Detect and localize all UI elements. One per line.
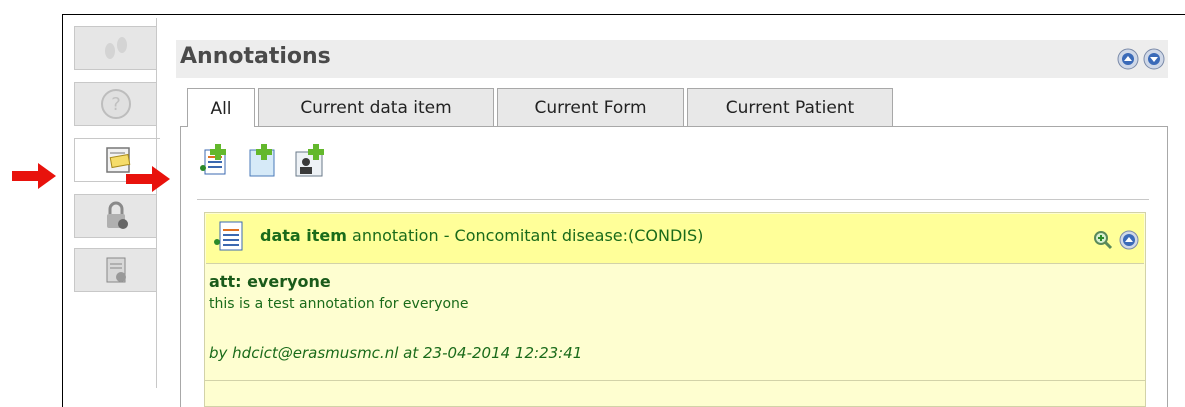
- expand-all-icon[interactable]: [1143, 48, 1165, 70]
- annotation-body: this is a test annotation for everyone: [209, 296, 469, 312]
- add-patient-annotation-icon[interactable]: [294, 144, 326, 178]
- red-arrow-icon: [126, 166, 170, 192]
- tab-all[interactable]: All: [187, 88, 255, 128]
- annotation-audience: att: everyone: [209, 272, 331, 291]
- frame-left-border: [62, 14, 63, 407]
- frame-top-border: [62, 14, 1185, 15]
- toolbar-divider: [197, 199, 1149, 200]
- panel-title: Annotations: [180, 44, 331, 69]
- annotation-type: data item: [260, 226, 347, 245]
- red-arrow-icon: [12, 163, 56, 189]
- active-tab-gap: [188, 125, 254, 128]
- report-icon: [106, 257, 126, 283]
- collapse-all-icon[interactable]: [1117, 48, 1139, 70]
- sidebar-divider: [156, 18, 157, 388]
- tab-current-patient[interactable]: Current Patient: [687, 88, 893, 126]
- tab-current-data-item[interactable]: Current data item: [258, 88, 494, 126]
- annotation-subject: annotation - Concomitant disease:(CONDIS…: [346, 226, 704, 245]
- help-icon: ?: [100, 89, 131, 119]
- sidebar-item-footsteps[interactable]: [74, 26, 157, 70]
- document-annotation-icon: [214, 221, 243, 251]
- collapse-card-icon[interactable]: [1119, 230, 1139, 250]
- annotation-card-next: [204, 380, 1146, 407]
- sidebar-item-report[interactable]: [74, 248, 157, 292]
- svg-text:?: ?: [111, 94, 121, 115]
- tab-current-form[interactable]: Current Form: [497, 88, 684, 126]
- lock-icon: [106, 201, 128, 229]
- zoom-icon[interactable]: [1093, 230, 1113, 250]
- add-annotation-icon[interactable]: [197, 144, 229, 178]
- sidebar-item-lock[interactable]: [74, 194, 157, 238]
- annotation-author: by hdcict@erasmusmc.nl at 23-04-2014 12:…: [209, 344, 583, 362]
- annotation-header-text: data item annotation - Concomitant disea…: [260, 226, 703, 245]
- sidebar-item-help[interactable]: ?: [74, 82, 157, 126]
- footsteps-icon: [104, 37, 127, 59]
- add-note-icon[interactable]: [246, 144, 278, 178]
